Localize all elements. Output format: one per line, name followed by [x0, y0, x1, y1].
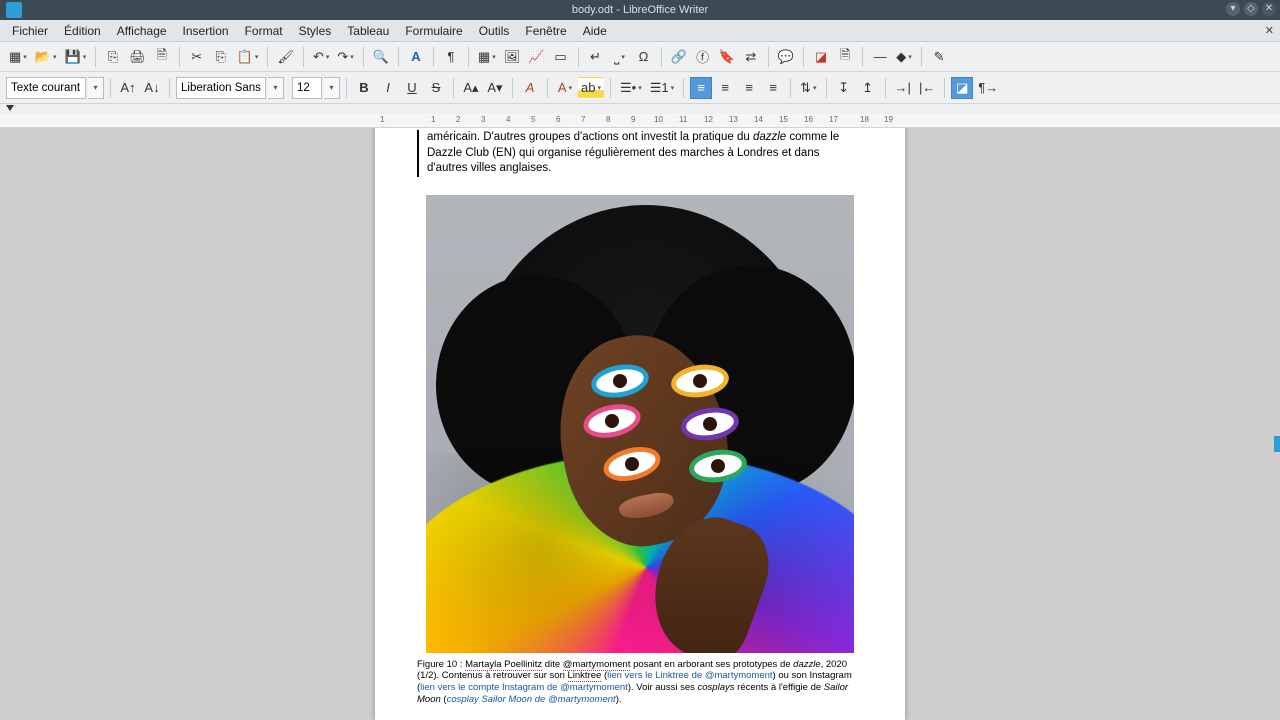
increase-indent-button[interactable]: →| [892, 77, 914, 99]
find-replace-button[interactable]: 🔍 [370, 46, 392, 68]
document-area[interactable]: américain. D'autres groupes d'actions on… [0, 128, 1280, 720]
cut-button[interactable]: ✂ [186, 46, 208, 68]
menu-insert[interactable]: Insertion [175, 22, 237, 40]
export-pdf-button[interactable]: ⎘ [102, 46, 124, 68]
window-titlebar: body.odt - LibreOffice Writer ▾ ◇ ✕ [0, 0, 1280, 20]
ordered-list-button[interactable]: ☰1 [647, 77, 677, 99]
menu-styles[interactable]: Styles [291, 22, 340, 40]
para-background-button[interactable]: ◪ [951, 77, 973, 99]
underline-button[interactable]: U [401, 77, 423, 99]
menu-view[interactable]: Affichage [109, 22, 175, 40]
paragraph-style-combo[interactable]: Texte courant [6, 77, 86, 99]
figure-image[interactable] [426, 195, 854, 653]
font-size-value: 12 [297, 82, 310, 94]
formatting-marks-button[interactable]: ¶ [440, 46, 462, 68]
copy-button[interactable]: ⎘ [210, 46, 232, 68]
insert-line-button[interactable]: ― [869, 46, 891, 68]
standard-toolbar: ▦ 📂 💾 ⎘ 🖨 🗎 ✂ ⎘ 📋 🖌 ↶ ↷ 🔍 A ¶ ▦ 🖼 📈 ▭ ↵ … [0, 42, 1280, 72]
page: américain. D'autres groupes d'actions on… [375, 128, 905, 720]
app-icon [6, 2, 22, 18]
insert-footnote-button[interactable]: ⓕ [692, 46, 714, 68]
new-button[interactable]: ▦ [6, 46, 30, 68]
body-paragraph[interactable]: américain. D'autres groupes d'actions on… [417, 130, 863, 177]
undo-button[interactable]: ↶ [310, 46, 332, 68]
align-left-button[interactable]: ≡ [690, 77, 712, 99]
close-document-button[interactable]: ✕ [1265, 24, 1274, 37]
insert-comment-button[interactable]: 💬 [775, 46, 797, 68]
menu-tools[interactable]: Outils [471, 22, 518, 40]
menu-format[interactable]: Format [237, 22, 291, 40]
menu-table[interactable]: Tableau [339, 22, 397, 40]
insert-chart-button[interactable]: 📈 [525, 46, 547, 68]
clone-formatting-button[interactable]: 🖌 [274, 46, 297, 68]
insert-textbox-button[interactable]: ▭ [550, 46, 572, 68]
menu-edit[interactable]: Édition [56, 22, 109, 40]
insert-special-char-button[interactable]: Ω [633, 46, 655, 68]
italic-button[interactable]: I [377, 77, 399, 99]
formatting-toolbar: Texte courant ▾ A↑ A↓ Liberation Sans ▾ … [0, 72, 1280, 104]
grow-font-button[interactable]: A▴ [460, 77, 482, 99]
align-right-button[interactable]: ≡ [738, 77, 760, 99]
basic-shapes-button[interactable]: ◆ [893, 46, 915, 68]
save-button[interactable]: 💾 [62, 46, 90, 68]
paste-button[interactable]: 📋 [234, 46, 262, 68]
unordered-list-button[interactable]: ☰• [617, 77, 645, 99]
font-name-combo[interactable]: Liberation Sans [176, 77, 266, 99]
align-center-button[interactable]: ≡ [714, 77, 736, 99]
shrink-font-button[interactable]: A▾ [484, 77, 506, 99]
print-preview-button[interactable]: 🗎 [151, 46, 173, 68]
spellcheck-button[interactable]: A [405, 46, 427, 68]
menu-file[interactable]: Fichier [4, 22, 56, 40]
clear-formatting-button[interactable]: A [519, 77, 541, 99]
upper-ruler-corner [0, 104, 1280, 114]
para-left-to-right-button[interactable]: ¶→ [975, 77, 1001, 99]
maximize-button[interactable]: ◇ [1244, 2, 1258, 16]
page-break-button[interactable]: ↵ [585, 46, 607, 68]
open-button[interactable]: 📂 [32, 46, 60, 68]
minimize-button[interactable]: ▾ [1226, 2, 1240, 16]
superscript-button[interactable]: A↑ [117, 77, 139, 99]
window-title: body.odt - LibreOffice Writer [0, 4, 1280, 16]
decrease-paragraph-spacing-button[interactable]: ↥ [857, 77, 879, 99]
print-button[interactable]: 🖨 [126, 46, 149, 68]
insert-bookmark-button[interactable]: 🔖 [716, 46, 738, 68]
font-color-button[interactable]: A [554, 77, 576, 99]
figure-caption[interactable]: Figure 10 : Martayla Poellinitz dite @ma… [417, 659, 863, 707]
insert-image-button[interactable]: 🖼 [501, 46, 524, 68]
track-changes-button[interactable]: ◪ [810, 46, 832, 68]
horizontal-ruler[interactable]: 1 1 2 3 4 5 6 7 8 9 10 11 12 13 14 15 16… [0, 114, 1280, 128]
menu-window[interactable]: Fenêtre [517, 22, 574, 40]
show-draw-functions-button[interactable]: ✎ [928, 46, 950, 68]
insert-table-button[interactable]: ▦ [475, 46, 499, 68]
close-window-button[interactable]: ✕ [1262, 2, 1276, 16]
menu-form[interactable]: Formulaire [397, 22, 470, 40]
subscript-button[interactable]: A↓ [141, 77, 163, 99]
decrease-indent-button[interactable]: |← [916, 77, 938, 99]
insert-hyperlink-button[interactable]: 🔗 [668, 46, 690, 68]
strikethrough-button[interactable]: S [425, 77, 447, 99]
insert-field-button[interactable]: ⎵ [609, 46, 631, 68]
bold-button[interactable]: B [353, 77, 375, 99]
paragraph-style-value: Texte courant [11, 82, 80, 94]
redo-button[interactable]: ↷ [334, 46, 356, 68]
menu-help[interactable]: Aide [575, 22, 615, 40]
align-justify-button[interactable]: ≡ [762, 77, 784, 99]
highlight-color-button[interactable]: ab [578, 77, 604, 99]
menu-bar: Fichier Édition Affichage Insertion Form… [0, 20, 1280, 42]
sidebar-handle[interactable] [1274, 436, 1280, 452]
font-size-dropdown[interactable]: ▾ [324, 77, 340, 99]
font-name-dropdown[interactable]: ▾ [268, 77, 284, 99]
show-changes-button[interactable]: 🗎 [834, 46, 856, 68]
line-spacing-button[interactable]: ⇅ [797, 77, 819, 99]
font-size-combo[interactable]: 12 [292, 77, 322, 99]
font-name-value: Liberation Sans [181, 82, 261, 94]
paragraph-style-dropdown[interactable]: ▾ [88, 77, 104, 99]
increase-paragraph-spacing-button[interactable]: ↧ [833, 77, 855, 99]
insert-cross-ref-button[interactable]: ⇄ [740, 46, 762, 68]
